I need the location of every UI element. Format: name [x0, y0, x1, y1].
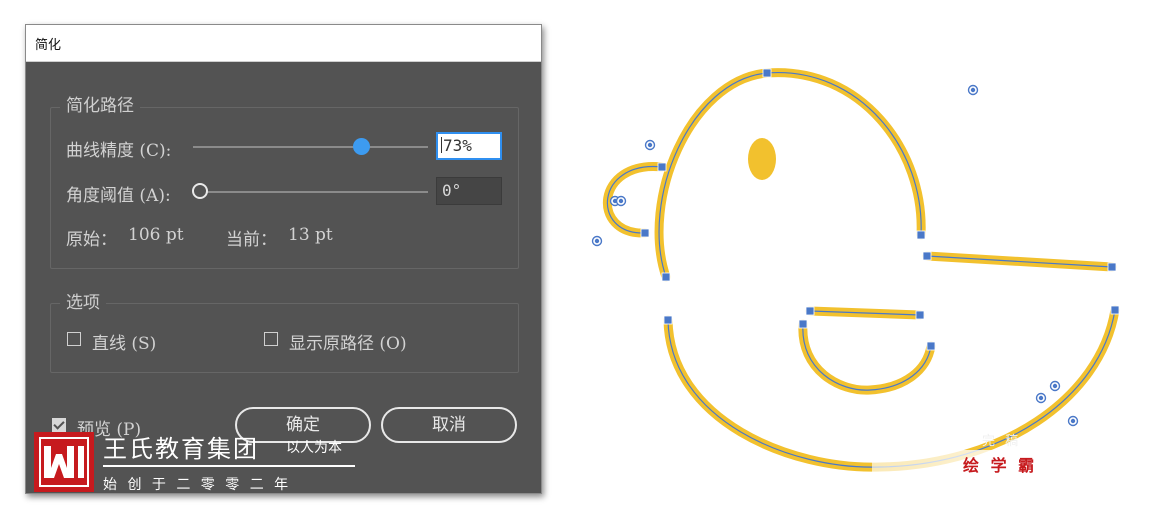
anchor-points: [640, 68, 1120, 351]
side-brand-label: 绘 学 霸: [963, 456, 1038, 475]
wing-curve-stroke: [798, 319, 936, 395]
side-small-text: 完 稿: [982, 434, 1022, 449]
head-arc-stroke: [654, 68, 926, 282]
eye-shape: [748, 138, 776, 180]
yellow-stroke-group: [602, 68, 1120, 472]
